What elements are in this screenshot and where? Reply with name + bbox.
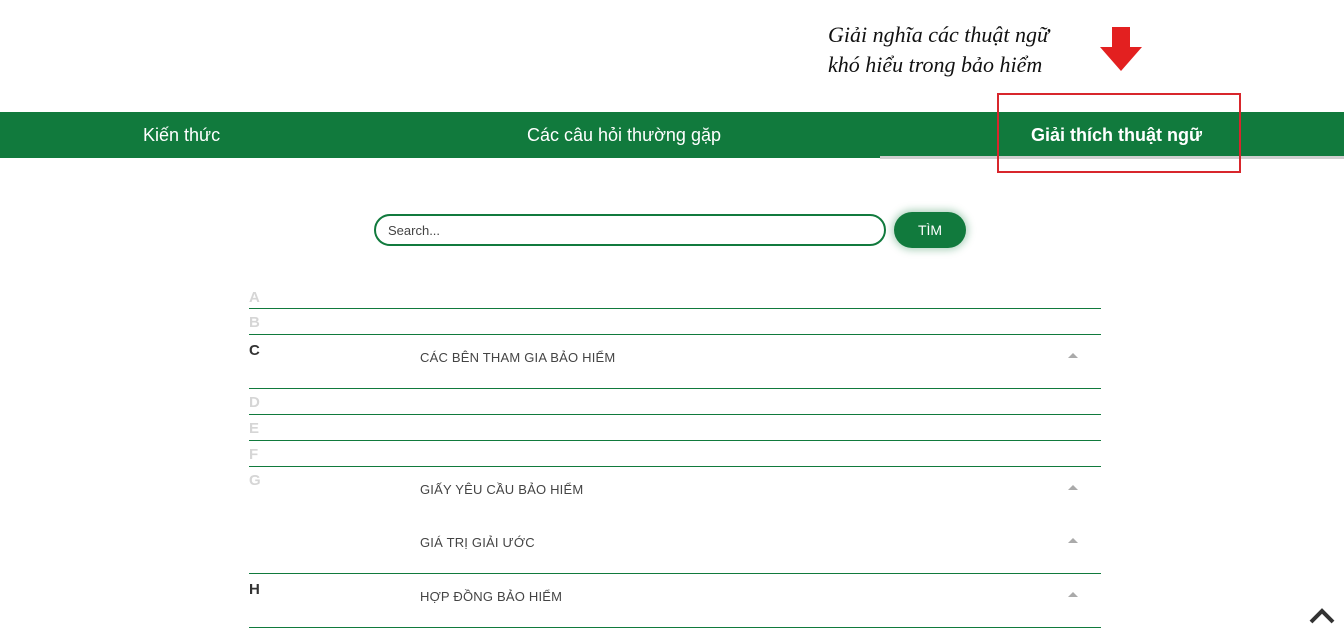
search-button[interactable]: TÌM bbox=[894, 212, 966, 248]
letter-section-e: E bbox=[249, 415, 1101, 441]
entry-title[interactable]: HỢP ĐỒNG BẢO HIỂM bbox=[420, 589, 562, 604]
glossary-entry[interactable]: CÁC BÊN THAM GIA BẢO HIỂM bbox=[249, 335, 1101, 388]
letter-heading: B bbox=[249, 314, 260, 331]
glossary-entry[interactable]: GIÁ TRỊ GIẢI ƯỚC bbox=[249, 520, 1101, 573]
scroll-top-icon[interactable] bbox=[1308, 606, 1336, 624]
glossary-entry[interactable]: HỢP ĐỒNG BẢO HIỂM bbox=[249, 574, 1101, 627]
entry-title[interactable]: GIÁ TRỊ GIẢI ƯỚC bbox=[420, 535, 535, 550]
glossary-entry[interactable]: GIẤY YÊU CẦU BẢO HIỂM bbox=[249, 467, 1101, 520]
entry-title[interactable]: GIẤY YÊU CẦU BẢO HIỂM bbox=[420, 482, 583, 497]
letter-section-d: D bbox=[249, 389, 1101, 415]
letter-heading: A bbox=[249, 289, 260, 306]
highlight-box bbox=[997, 93, 1241, 173]
arrow-down-icon bbox=[1100, 27, 1142, 71]
letter-section-c: C CÁC BÊN THAM GIA BẢO HIỂM bbox=[249, 335, 1101, 389]
letter-section-g: G GIẤY YÊU CẦU BẢO HIỂM GIÁ TRỊ GIẢI ƯỚC bbox=[249, 467, 1101, 574]
annotation-line-2: khó hiểu trong bảo hiểm bbox=[828, 52, 1043, 77]
letter-heading: D bbox=[249, 394, 260, 411]
letter-section-h: H HỢP ĐỒNG BẢO HIỂM bbox=[249, 574, 1101, 628]
letter-heading: E bbox=[249, 420, 260, 437]
chevron-up-icon[interactable] bbox=[1068, 592, 1078, 597]
letter-heading: F bbox=[249, 446, 259, 463]
annotation-line-1: Giải nghĩa các thuật ngữ bbox=[828, 22, 1049, 47]
entry-title[interactable]: CÁC BÊN THAM GIA BẢO HIỂM bbox=[420, 350, 615, 365]
glossary-list: A B C CÁC BÊN THAM GIA BẢO HIỂM D E F G … bbox=[249, 284, 1101, 628]
chevron-up-icon[interactable] bbox=[1068, 353, 1078, 358]
letter-section-a: A bbox=[249, 284, 1101, 309]
search-input[interactable] bbox=[374, 214, 886, 246]
annotation-callout: Giải nghĩa các thuật ngữ khó hiểu trong … bbox=[828, 20, 1049, 80]
letter-section-b: B bbox=[249, 309, 1101, 335]
chevron-up-icon[interactable] bbox=[1068, 485, 1078, 490]
letter-section-f: F bbox=[249, 441, 1101, 467]
tab-kien-thuc[interactable]: Kiến thức bbox=[143, 112, 220, 158]
tab-cau-hoi-thuong-gap[interactable]: Các câu hỏi thường gặp bbox=[527, 112, 721, 158]
chevron-up-icon[interactable] bbox=[1068, 538, 1078, 543]
